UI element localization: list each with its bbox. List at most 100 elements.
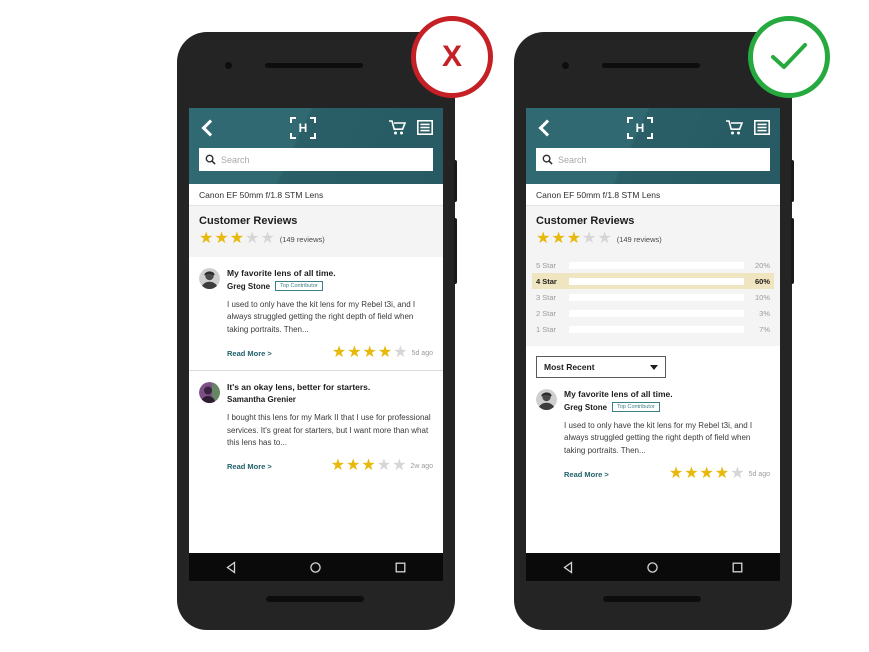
review-item[interactable]: My favorite lens of all time. Greg Stone… <box>189 257 443 371</box>
review-title: It's an okay lens, better for starters. <box>227 382 371 393</box>
review-author: Greg Stone <box>564 402 608 412</box>
review-author: Greg Stone <box>227 281 271 291</box>
histogram-row-label: 1 Star <box>536 324 557 334</box>
histogram-row-1-star[interactable]: 1 Star 7% <box>532 321 774 337</box>
review-count-label: (149 reviews) <box>279 234 325 244</box>
back-chevron-icon[interactable] <box>536 119 554 137</box>
read-more-link[interactable]: Read More > <box>227 462 272 471</box>
histogram-bar-track <box>569 309 744 317</box>
histogram-row-label: 2 Star <box>536 308 557 318</box>
brand-logo-letter: H <box>298 120 308 135</box>
histogram-row-value: 10% <box>754 292 770 302</box>
review-star-rating: ★ ★ ★ ★ ★ <box>330 457 407 475</box>
brand-logo-letter: H <box>635 120 645 135</box>
histogram-row-2-star[interactable]: 2 Star 3% <box>532 305 774 321</box>
front-camera-icon <box>225 62 232 69</box>
phone-side-button-volume[interactable] <box>791 160 794 202</box>
aggregate-star-rating: ★ ★ ★ ★ ★ <box>536 230 612 247</box>
correct-badge <box>748 16 830 98</box>
reviews-heading: Customer Reviews <box>199 215 298 227</box>
histogram-bar-track <box>569 277 744 285</box>
earpiece-speaker <box>602 63 700 68</box>
chevron-down-icon <box>650 364 658 370</box>
rating-distribution-histogram: 5 Star 20% 4 Star 60% 3 Star 10% 2 Star 3% 1 Sta… <box>526 257 780 346</box>
review-star-rating: ★ ★ ★ ★ ★ <box>331 344 408 362</box>
front-camera-icon <box>562 62 569 69</box>
nav-recents-icon[interactable] <box>731 561 744 574</box>
app-header: H <box>526 108 780 184</box>
review-body: I used to only have the kit lens for my … <box>227 300 416 334</box>
review-author: Samantha Grenier <box>227 395 296 405</box>
search-bar[interactable] <box>199 148 433 171</box>
review-star-rating: ★ ★ ★ ★ ★ <box>668 465 745 483</box>
phone-side-button-volume[interactable] <box>454 160 457 202</box>
app-header: H <box>189 108 443 184</box>
android-nav-bar <box>189 553 443 581</box>
phone-screen-left: H Search Canon EF 50mm f/1.8 STM Lens Cu… <box>189 108 443 553</box>
nav-back-icon[interactable] <box>562 560 575 574</box>
search-input[interactable] <box>558 154 764 165</box>
product-title: Canon EF 50mm f/1.8 STM Lens <box>536 189 661 200</box>
phone-side-button-power[interactable] <box>454 218 457 284</box>
search-input[interactable] <box>221 154 427 165</box>
nav-home-icon[interactable] <box>309 561 322 574</box>
nav-recents-icon[interactable] <box>394 561 407 574</box>
histogram-row-value: 7% <box>759 324 770 334</box>
brand-logo-icon[interactable]: H <box>290 116 316 139</box>
review-list-right: My favorite lens of all time. Greg Stone… <box>526 378 780 492</box>
top-contributor-badge: Top Contributor <box>275 281 323 291</box>
product-title-bar[interactable]: Canon EF 50mm f/1.8 STM Lens <box>526 184 780 206</box>
histogram-row-5-star[interactable]: 5 Star 20% <box>532 257 774 273</box>
read-more-link[interactable]: Read More > <box>564 470 609 479</box>
histogram-row-4-star[interactable]: 4 Star 60% <box>532 273 774 289</box>
earpiece-speaker <box>265 63 363 68</box>
sort-dropdown-label: Most Recent <box>544 362 595 372</box>
bottom-speaker <box>266 596 364 602</box>
histogram-row-label: 5 Star <box>536 260 557 270</box>
histogram-row-value: 60% <box>754 276 770 286</box>
read-more-link[interactable]: Read More > <box>227 349 272 358</box>
histogram-row-value: 3% <box>759 308 770 318</box>
product-title-bar[interactable]: Canon EF 50mm f/1.8 STM Lens <box>189 184 443 206</box>
review-body: I bought this lens for my Mark II that I… <box>227 413 431 447</box>
android-nav-bar <box>526 553 780 581</box>
review-timestamp: 5d ago <box>748 470 770 478</box>
histogram-bar-track <box>569 293 744 301</box>
check-icon <box>771 43 807 69</box>
histogram-bar-track <box>569 325 744 333</box>
hamburger-menu-icon[interactable] <box>417 120 433 135</box>
shopping-cart-icon[interactable] <box>389 120 406 135</box>
histogram-bar-track <box>569 261 744 269</box>
sort-dropdown[interactable]: Most Recent <box>536 356 666 378</box>
incorrect-badge: X <box>411 16 493 98</box>
search-icon <box>542 154 553 165</box>
review-list-left: My favorite lens of all time. Greg Stone… <box>189 257 443 484</box>
phone-side-button-power[interactable] <box>791 218 794 284</box>
review-timestamp: 2w ago <box>410 462 433 470</box>
nav-home-icon[interactable] <box>646 561 659 574</box>
top-contributor-badge: Top Contributor <box>612 402 660 412</box>
review-count-label: (149 reviews) <box>616 234 662 244</box>
hamburger-menu-icon[interactable] <box>754 120 770 135</box>
reviews-heading: Customer Reviews <box>536 215 635 227</box>
nav-back-icon[interactable] <box>225 560 238 574</box>
customer-reviews-header: Customer Reviews ★ ★ ★ ★ ★ (149 reviews) <box>526 206 780 257</box>
shopping-cart-icon[interactable] <box>726 120 743 135</box>
back-chevron-icon[interactable] <box>199 119 217 137</box>
phone-mockup-with-histogram: H Search Canon EF 50mm f/1.8 STM Lens Cu… <box>514 32 794 630</box>
review-item[interactable]: It's an okay lens, better for starters. … <box>189 370 443 484</box>
histogram-row-label: 3 Star <box>536 292 557 302</box>
sort-control-wrap: Most Recent <box>526 346 780 378</box>
search-bar[interactable] <box>536 148 770 171</box>
review-title: My favorite lens of all time. <box>564 389 673 399</box>
x-icon: X <box>441 40 462 73</box>
review-timestamp: 5d ago <box>411 349 433 357</box>
review-body: I used to only have the kit lens for my … <box>564 421 753 455</box>
histogram-row-3-star[interactable]: 3 Star 10% <box>532 289 774 305</box>
avatar <box>199 382 220 404</box>
search-icon <box>205 154 216 165</box>
product-title: Canon EF 50mm f/1.8 STM Lens <box>199 189 324 200</box>
brand-logo-icon[interactable]: H <box>627 116 653 139</box>
review-item[interactable]: My favorite lens of all time. Greg Stone… <box>526 378 780 492</box>
aggregate-star-rating: ★ ★ ★ ★ ★ <box>199 230 275 247</box>
